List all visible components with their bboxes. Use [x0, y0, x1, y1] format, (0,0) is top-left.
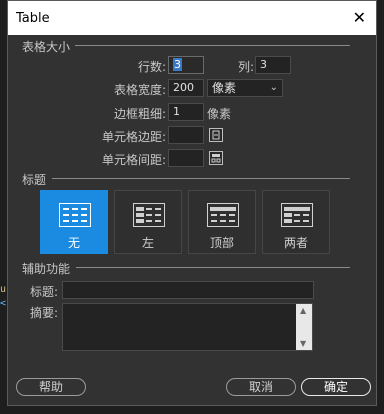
help-button[interactable]: 帮助 [16, 378, 86, 396]
caption-label: 标题: [29, 285, 58, 299]
width-unit-value: 像素 [212, 81, 237, 95]
spacing-input[interactable] [168, 149, 204, 167]
section-divider [52, 178, 350, 179]
header-option-none[interactable]: 无 [40, 190, 108, 254]
width-label: 表格宽度: [113, 83, 166, 97]
table-top-header-icon [207, 203, 239, 227]
scroll-down-icon[interactable]: ▼ [300, 339, 306, 348]
header-option-left[interactable]: 左 [114, 190, 182, 254]
width-input[interactable]: 200 [168, 79, 204, 97]
padding-input[interactable] [168, 126, 204, 144]
rows-label: 行数: [137, 60, 166, 74]
table-left-header-icon [133, 203, 165, 227]
caption-input[interactable] [62, 281, 314, 299]
padding-label: 单元格边距: [101, 130, 166, 144]
table-both-header-icon [281, 203, 313, 227]
section-heading-header: 标题 [22, 173, 47, 187]
section-divider [76, 267, 350, 268]
section-divider [75, 45, 350, 46]
scroll-up-icon[interactable]: ▲ [300, 306, 306, 315]
title-bar: Table ✕ [8, 1, 376, 35]
header-options: 无 左 顶部 两者 [40, 190, 344, 254]
background-code-line: u [0, 284, 7, 295]
summary-textarea[interactable]: ▲ ▼ [62, 303, 313, 351]
rows-input[interactable]: 3 [168, 56, 204, 74]
summary-scrollbar[interactable]: ▲ ▼ [296, 304, 312, 350]
background-code-line: < [0, 298, 7, 309]
header-option-top[interactable]: 顶部 [188, 190, 256, 254]
padding-icon[interactable] [209, 128, 223, 142]
dialog-title: Table [16, 11, 50, 26]
cancel-button[interactable]: 取消 [226, 378, 296, 396]
header-option-label: 顶部 [209, 236, 234, 250]
border-label: 边框粗细: [113, 107, 166, 121]
border-unit-label: 像素 [207, 107, 232, 121]
cols-input[interactable]: 3 [255, 56, 291, 74]
section-heading-table-size: 表格大小 [22, 40, 71, 54]
table-none-icon [59, 203, 91, 227]
section-heading-accessibility: 辅助功能 [22, 262, 71, 276]
rows-value: 3 [173, 58, 182, 71]
width-unit-select[interactable]: 像素 ⌄ [207, 79, 283, 97]
header-option-label: 左 [141, 236, 154, 250]
spacing-label: 单元格间距: [101, 153, 166, 167]
border-input[interactable]: 1 [168, 103, 204, 121]
header-option-label: 两者 [283, 236, 308, 250]
header-option-label: 无 [67, 236, 80, 250]
table-dialog: Table ✕ 表格大小 行数: 3 列: 3 表格宽度: 200 像素 ⌄ 边… [7, 0, 377, 406]
ok-button[interactable]: 确定 [301, 378, 371, 396]
chevron-down-icon: ⌄ [269, 82, 278, 93]
summary-label: 摘要: [29, 306, 58, 320]
cols-label: 列: [237, 60, 254, 74]
spacing-icon[interactable] [209, 151, 223, 165]
close-icon[interactable]: ✕ [353, 8, 366, 27]
header-option-both[interactable]: 两者 [262, 190, 330, 254]
